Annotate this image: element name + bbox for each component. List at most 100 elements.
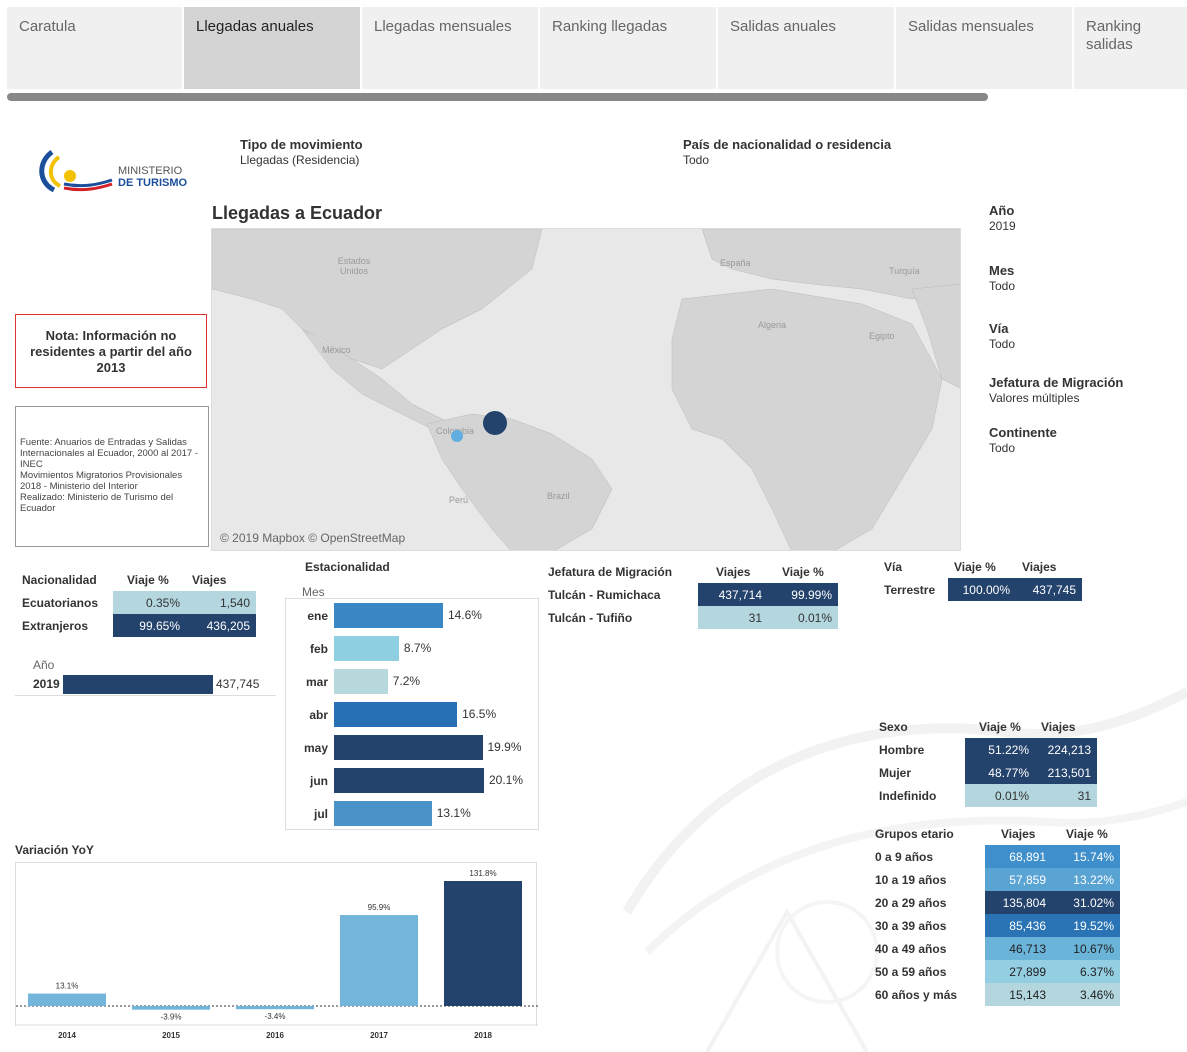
cell-viajes: 31 [698,606,768,629]
yoy-tick-label: 2016 [266,1031,284,1040]
map-marker-venezuela[interactable] [483,411,507,435]
column-header: Viaje % [127,573,169,587]
column-header: Viajes [192,573,227,587]
map-label: España [720,258,751,268]
month-bar[interactable] [334,669,388,694]
month-bar[interactable] [334,636,399,661]
table-row[interactable]: Tulcán - Tufiño 31 0.01% [542,606,838,629]
filter-pais[interactable]: País de nacionalidad o residencia Todo [683,137,891,167]
month-bar[interactable] [334,801,432,826]
via-table: Vía Viaje % Viajes Terrestre 100.00% 437… [878,556,1082,601]
table-row[interactable]: 40 a 49 años 46,713 10.67% [869,937,1120,960]
sexo-table: Sexo Viaje % Viajes Hombre 51.22% 224,21… [873,716,1097,807]
filter-label: Vía [989,321,1009,336]
tab-caratula[interactable]: Caratula [7,7,182,89]
month-label: jun [310,774,328,788]
tab-label: Ranking llegadas [552,18,668,35]
logo: MINISTERIO DE TURISMO [34,148,209,196]
tab-ranking-salidas[interactable]: Ranking salidas [1074,7,1187,89]
cell-viajes: 68,891 [985,845,1052,868]
filter-value: Valores múltiples [989,391,1080,405]
cell-pct: 99.99% [768,583,838,606]
anio-bar-row[interactable]: 2019 437,745 [15,674,276,696]
yoy-bar[interactable] [132,1006,210,1010]
tab-ranking-llegadas[interactable]: Ranking llegadas [540,7,716,89]
table-row[interactable]: 10 a 19 años 57,859 13.22% [869,868,1120,891]
anio-bar-header: Año [33,658,55,672]
cell-viajes: 213,501 [1035,761,1097,784]
source-line: Movimientos Migratorios Provisionales 20… [20,470,183,492]
filter-value: Todo [989,337,1016,351]
map-label: Egipto [869,331,895,341]
table-row[interactable]: Indefinido 0.01% 31 [873,784,1097,807]
row-label: 0 a 9 años [875,849,934,864]
table-row[interactable]: 30 a 39 años 85,436 19.52% [869,914,1120,937]
yoy-bar[interactable] [236,1006,314,1010]
table-row[interactable]: 50 a 59 años 27,899 6.37% [869,960,1120,983]
yoy-tick-label: 2014 [58,1031,76,1040]
row-label: 60 años y más [875,987,958,1002]
month-bar[interactable] [334,768,484,793]
yoy-data-label: -3.4% [265,1012,286,1021]
cell-pct: 99.65% [113,614,186,637]
filter-mes[interactable]: Mes Todo [989,263,1015,293]
map-label: Algeria [758,320,787,330]
source-line: Fuente: Anuarios de Entradas y Salidas I… [20,437,198,470]
cell-pct: 100.00% [948,578,1016,601]
cell-viajes: 85,436 [985,914,1052,937]
cell-pct: 0.01% [965,784,1035,807]
filter-continente[interactable]: Continente Todo [989,425,1057,455]
column-header: Viaje % [782,565,824,579]
cell-pct: 31.02% [1052,891,1120,914]
filter-via[interactable]: Vía Todo [989,321,1015,351]
column-header: Viajes [1041,720,1076,734]
filter-anio[interactable]: Año 2019 [989,203,1016,233]
tab-salidas-mensuales[interactable]: Salidas mensuales [896,7,1072,89]
cell-viajes: 135,804 [985,891,1052,914]
filter-label: País de nacionalidad o residencia [683,137,892,152]
month-label: abr [309,708,328,722]
cell-pct: 3.46% [1052,983,1120,1006]
month-bar[interactable] [334,603,443,628]
tab-llegadas-mensuales[interactable]: Llegadas mensuales [362,7,538,89]
filter-value: Llegadas (Residencia) [240,153,360,167]
yoy-tick-label: 2018 [474,1031,492,1040]
tabs-scrollbar[interactable] [7,93,988,101]
table-row[interactable]: 20 a 29 años 135,804 31.02% [869,891,1120,914]
table-row[interactable]: Mujer 48.77% 213,501 [873,761,1097,784]
world-map[interactable]: Estados Unidos México Colombia Perú Braz… [211,228,961,551]
table-row[interactable]: Hombre 51.22% 224,213 [873,738,1097,761]
filter-jefatura[interactable]: Jefatura de Migración Valores múltiples [989,375,1123,405]
row-label: 10 a 19 años [875,872,947,887]
filter-label: Año [989,203,1015,218]
row-label: 50 a 59 años [875,964,947,979]
map-credit: © 2019 Mapbox © OpenStreetMap [220,531,406,545]
table-row[interactable]: Extranjeros 99.65% 436,205 [16,614,256,637]
table-row[interactable]: Terrestre 100.00% 437,745 [878,578,1082,601]
table-row[interactable]: Tulcán - Rumichaca 437,714 99.99% [542,583,838,606]
yoy-bar[interactable] [340,915,418,1006]
month-label: jul [314,807,328,821]
yoy-bar[interactable] [28,993,106,1006]
table-row[interactable]: 0 a 9 años 68,891 15.74% [869,845,1120,868]
yoy-bar[interactable] [444,881,522,1006]
column-header: Viaje % [979,720,1021,734]
row-label: 30 a 39 años [875,918,947,933]
filter-tipo-movimiento[interactable]: Tipo de movimiento Llegadas (Residencia) [240,137,363,167]
month-bar[interactable] [334,702,458,727]
month-label: may [303,741,328,755]
jefatura-table: Jefatura de Migración Viajes Viaje % Tul… [542,561,838,629]
table-row[interactable]: 60 años y más 15,143 3.46% [869,983,1120,1006]
cell-pct: 19.52% [1052,914,1120,937]
estacionalidad-title: Estacionalidad [305,560,390,574]
tab-llegadas-anuales[interactable]: Llegadas anuales [184,7,360,89]
map-label: México [322,345,351,355]
column-header: Viajes [1001,827,1036,841]
month-value: 8.7% [403,641,432,655]
table-row[interactable]: Ecuatorianos 0.35% 1,540 [16,591,256,614]
month-bar[interactable] [334,735,483,760]
map-marker-colombia[interactable] [451,430,463,442]
yoy-chart: 13.1% 2014 -3.9% 2015 -3.4% 2016 95.9% 2017 131.… [16,869,538,1040]
yoy-data-label: 95.9% [368,903,391,912]
tab-salidas-anuales[interactable]: Salidas anuales [718,7,894,89]
